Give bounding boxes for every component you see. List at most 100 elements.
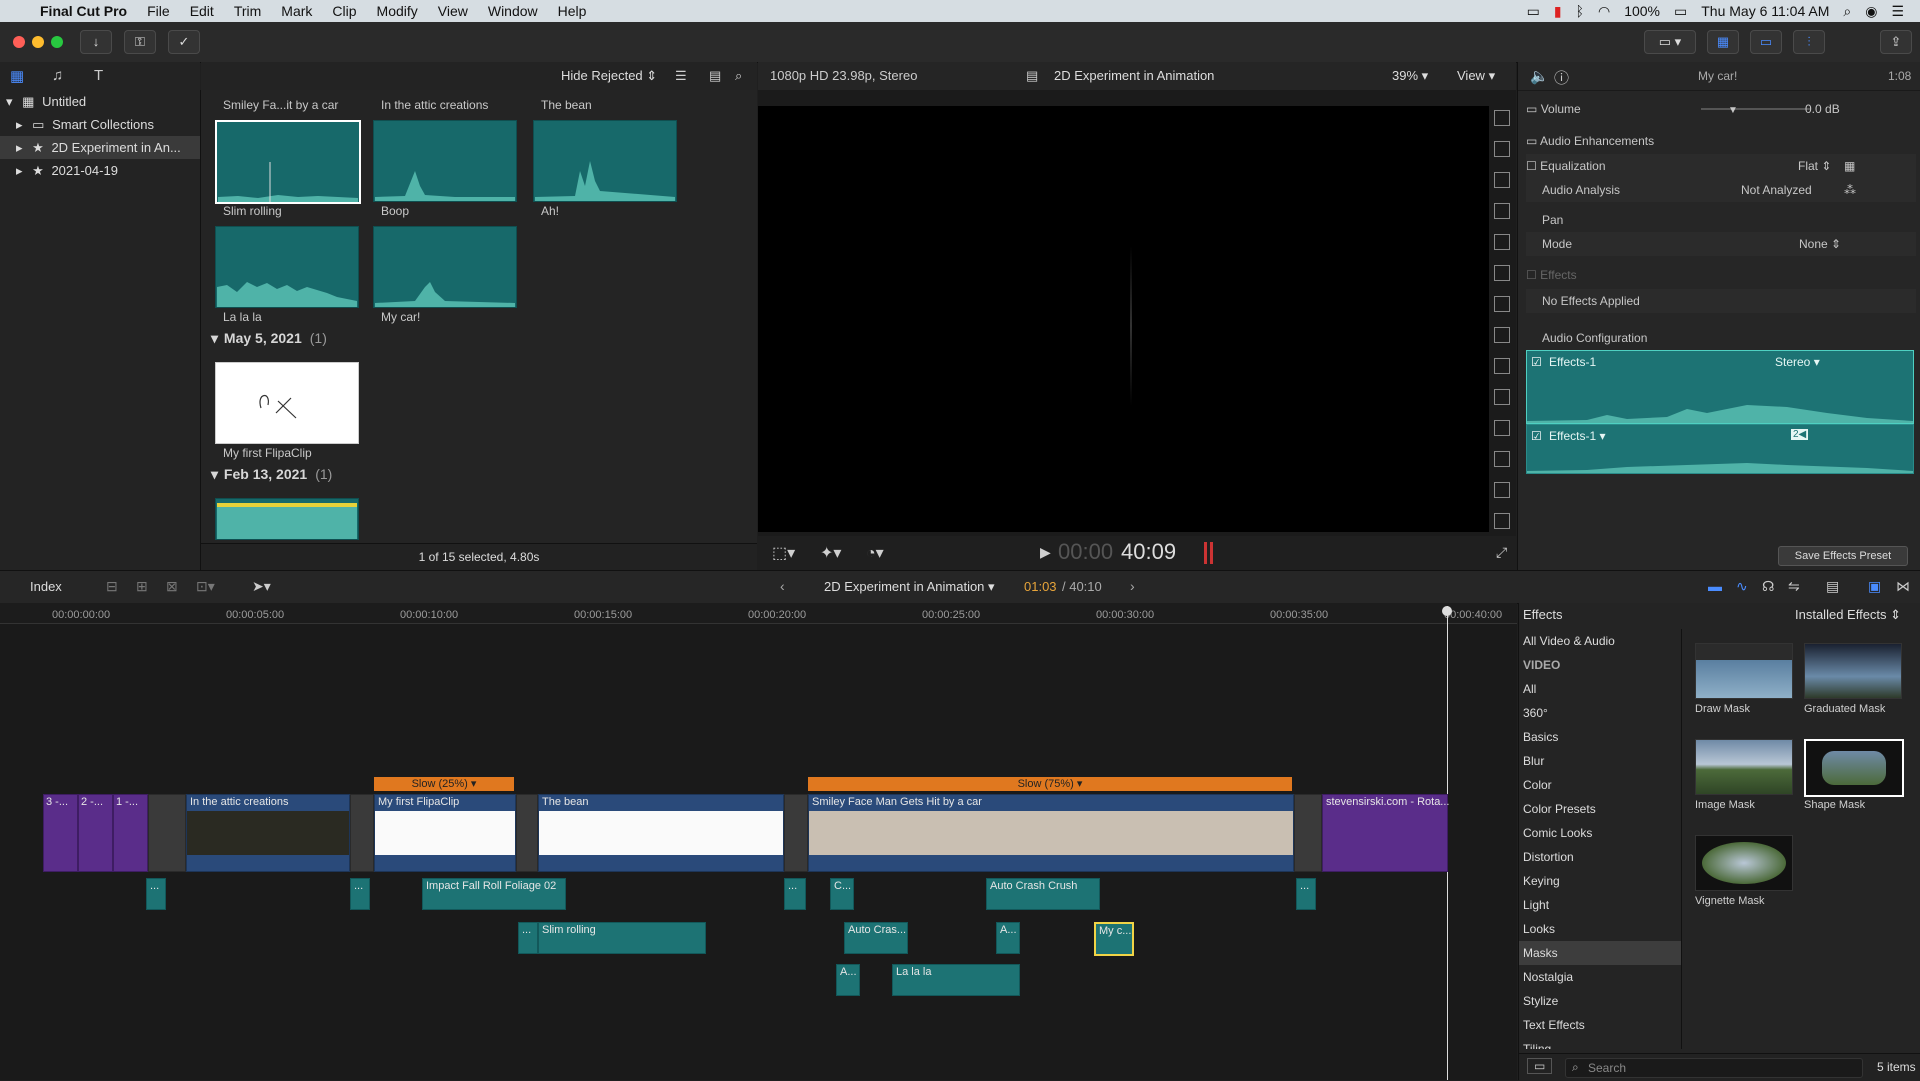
category-item[interactable]: Distortion bbox=[1523, 845, 1683, 869]
magic-wand-icon[interactable]: ⁂ bbox=[1844, 178, 1856, 202]
menu-file[interactable]: File bbox=[137, 3, 180, 19]
enhance-icon[interactable]: ✦▾ bbox=[820, 543, 841, 563]
effect-thumb-image-mask[interactable] bbox=[1695, 739, 1793, 795]
channel2-name-select[interactable]: Effects-1 ▾ bbox=[1549, 429, 1606, 443]
checkbox[interactable] bbox=[1494, 482, 1510, 498]
category-item[interactable]: Text Effects bbox=[1523, 1013, 1683, 1037]
background-tasks-icon[interactable]: ✓ bbox=[168, 30, 200, 54]
gap-clip[interactable] bbox=[516, 794, 538, 872]
checkbox[interactable] bbox=[1494, 203, 1510, 219]
audio-clip[interactable]: A... bbox=[836, 964, 860, 996]
audio-clip-my-car-selected[interactable]: My c... bbox=[1094, 922, 1134, 956]
audio-clip-auto-crash[interactable]: Auto Crash Crush bbox=[986, 878, 1100, 910]
connect-icon[interactable]: ⊟ bbox=[106, 578, 118, 595]
checkbox[interactable] bbox=[1494, 296, 1510, 312]
keywords-icon[interactable]: ⚿ bbox=[124, 30, 156, 54]
effect-thumb-graduated-mask[interactable] bbox=[1804, 643, 1902, 699]
view-menu[interactable]: View ▾ bbox=[1457, 68, 1495, 84]
video-canvas[interactable] bbox=[758, 106, 1489, 532]
audio-enhancements-header[interactable]: ▭ Audio Enhancements bbox=[1526, 129, 1916, 153]
audio-clip[interactable]: C... bbox=[830, 878, 854, 910]
info-inspector-icon[interactable]: ⓘ bbox=[1554, 67, 1569, 88]
timecode[interactable]: 40:09 bbox=[1121, 539, 1176, 565]
video-clip[interactable]: 2 -... bbox=[78, 794, 113, 872]
checkbox[interactable] bbox=[1494, 358, 1510, 374]
audio-clip-la-la-la[interactable]: La la la bbox=[892, 964, 1020, 996]
battery-icon[interactable]: ▭ bbox=[1674, 3, 1687, 20]
battery-percent[interactable]: 100% bbox=[1624, 3, 1660, 19]
index-button[interactable]: Index bbox=[30, 579, 62, 594]
transform-icon[interactable]: ⬚▾ bbox=[772, 543, 795, 563]
equalization-select[interactable]: Flat ⇕ bbox=[1798, 154, 1831, 178]
menu-help[interactable]: Help bbox=[548, 3, 597, 19]
clip-thumbnail-slim-rolling[interactable] bbox=[215, 120, 361, 204]
category-item[interactable]: All bbox=[1523, 677, 1683, 701]
checkbox[interactable] bbox=[1494, 172, 1510, 188]
audio-clip[interactable]: ... bbox=[350, 878, 370, 910]
sidebar-item-2d-experiment[interactable]: ▸ ★ 2D Experiment in An... bbox=[0, 136, 200, 159]
category-item[interactable]: Comic Looks bbox=[1523, 821, 1683, 845]
video-only-icon[interactable]: ▬ bbox=[1708, 578, 1722, 594]
gap-clip[interactable] bbox=[148, 794, 186, 872]
volume-slider-knob[interactable]: ▼ bbox=[1728, 99, 1738, 123]
category-item[interactable]: Color bbox=[1523, 773, 1683, 797]
video-clip-flipaclip[interactable]: My first FlipaClip bbox=[374, 794, 516, 872]
effects-checkbox[interactable]: ☐ bbox=[1526, 268, 1537, 282]
installed-effects-select[interactable]: Installed Effects ⇕ bbox=[1795, 607, 1901, 623]
checkbox[interactable] bbox=[1494, 234, 1510, 250]
audio-clip-slim-rolling[interactable]: Slim rolling bbox=[538, 922, 706, 954]
category-item[interactable]: Light bbox=[1523, 893, 1683, 917]
inspector-toggle-icon[interactable]: ⫶ bbox=[1793, 30, 1825, 54]
gap-clip[interactable] bbox=[350, 794, 374, 872]
snapping-icon[interactable]: ⇋ bbox=[1788, 578, 1800, 595]
checkbox[interactable] bbox=[1494, 327, 1510, 343]
category-item[interactable]: All Video & Audio bbox=[1523, 629, 1683, 653]
category-item[interactable]: Stylize bbox=[1523, 989, 1683, 1013]
effects-search-field[interactable]: ⌕ Search bbox=[1565, 1058, 1863, 1078]
checkbox[interactable] bbox=[1494, 265, 1510, 281]
zoom-select[interactable]: 39% ▾ bbox=[1392, 68, 1428, 84]
date-group-header[interactable]: ▾ May 5, 2021 (1) bbox=[211, 330, 327, 347]
category-item[interactable]: 360° bbox=[1523, 701, 1683, 725]
play-icon[interactable]: ▶ bbox=[1040, 544, 1051, 561]
menu-clip[interactable]: Clip bbox=[322, 3, 366, 19]
app-menu[interactable]: Final Cut Pro bbox=[30, 3, 137, 19]
audio-inspector-icon[interactable]: 🔈 bbox=[1530, 67, 1549, 85]
volume-slider[interactable] bbox=[1701, 108, 1811, 110]
disclosure-closed-icon[interactable]: ▸ bbox=[16, 140, 23, 155]
timeline-toggle-icon[interactable]: ▭ bbox=[1750, 30, 1782, 54]
checkbox[interactable] bbox=[1494, 420, 1510, 436]
share-icon[interactable]: ⇪ bbox=[1880, 30, 1912, 54]
display-icon[interactable]: ▭ bbox=[1527, 3, 1540, 20]
project-menu[interactable]: 2D Experiment in Animation ▾ bbox=[824, 579, 995, 595]
checkbox[interactable] bbox=[1494, 110, 1510, 126]
control-center-icon[interactable]: ☰ bbox=[1891, 3, 1904, 20]
titles-generators-icon[interactable]: T bbox=[94, 67, 103, 84]
close-window-icon[interactable] bbox=[13, 36, 25, 48]
append-icon[interactable]: ⊠ bbox=[166, 578, 178, 595]
clip-thumbnail-ah[interactable] bbox=[533, 120, 677, 202]
equalization-checkbox[interactable]: ☐ bbox=[1526, 159, 1537, 173]
gap-clip[interactable] bbox=[784, 794, 808, 872]
clip-thumbnail-boop[interactable] bbox=[373, 120, 517, 202]
channel1-checkbox[interactable]: ☑ bbox=[1531, 355, 1542, 369]
zoom-window-icon[interactable] bbox=[51, 36, 63, 48]
sidebar-item-smart-collections[interactable]: ▸ ▭ Smart Collections bbox=[0, 113, 200, 136]
audio-clip[interactable]: ... bbox=[518, 922, 538, 954]
eq-graph-icon[interactable]: ▦ bbox=[1844, 154, 1855, 178]
video-clip[interactable]: 3 -... bbox=[43, 794, 78, 872]
effect-thumb-draw-mask[interactable] bbox=[1695, 643, 1793, 699]
audio-clip[interactable]: ... bbox=[1296, 878, 1316, 910]
menu-edit[interactable]: Edit bbox=[180, 3, 224, 19]
category-item[interactable]: Keying bbox=[1523, 869, 1683, 893]
insert-icon[interactable]: ⊞ bbox=[136, 578, 148, 595]
volume-value[interactable]: 0.0 dB bbox=[1805, 97, 1840, 121]
checkbox[interactable] bbox=[1494, 451, 1510, 467]
channel1-mode-select[interactable]: Stereo ▾ bbox=[1775, 355, 1820, 369]
menu-trim[interactable]: Trim bbox=[224, 3, 271, 19]
browser-toggle-icon[interactable]: ▦ bbox=[1707, 30, 1739, 54]
transitions-browser-icon[interactable]: ⋈ bbox=[1896, 578, 1910, 595]
overwrite-icon[interactable]: ⊡▾ bbox=[196, 578, 215, 595]
headphones-icon[interactable]: ☊ bbox=[1762, 578, 1774, 595]
clip-thumbnail-my-car[interactable] bbox=[373, 226, 517, 308]
